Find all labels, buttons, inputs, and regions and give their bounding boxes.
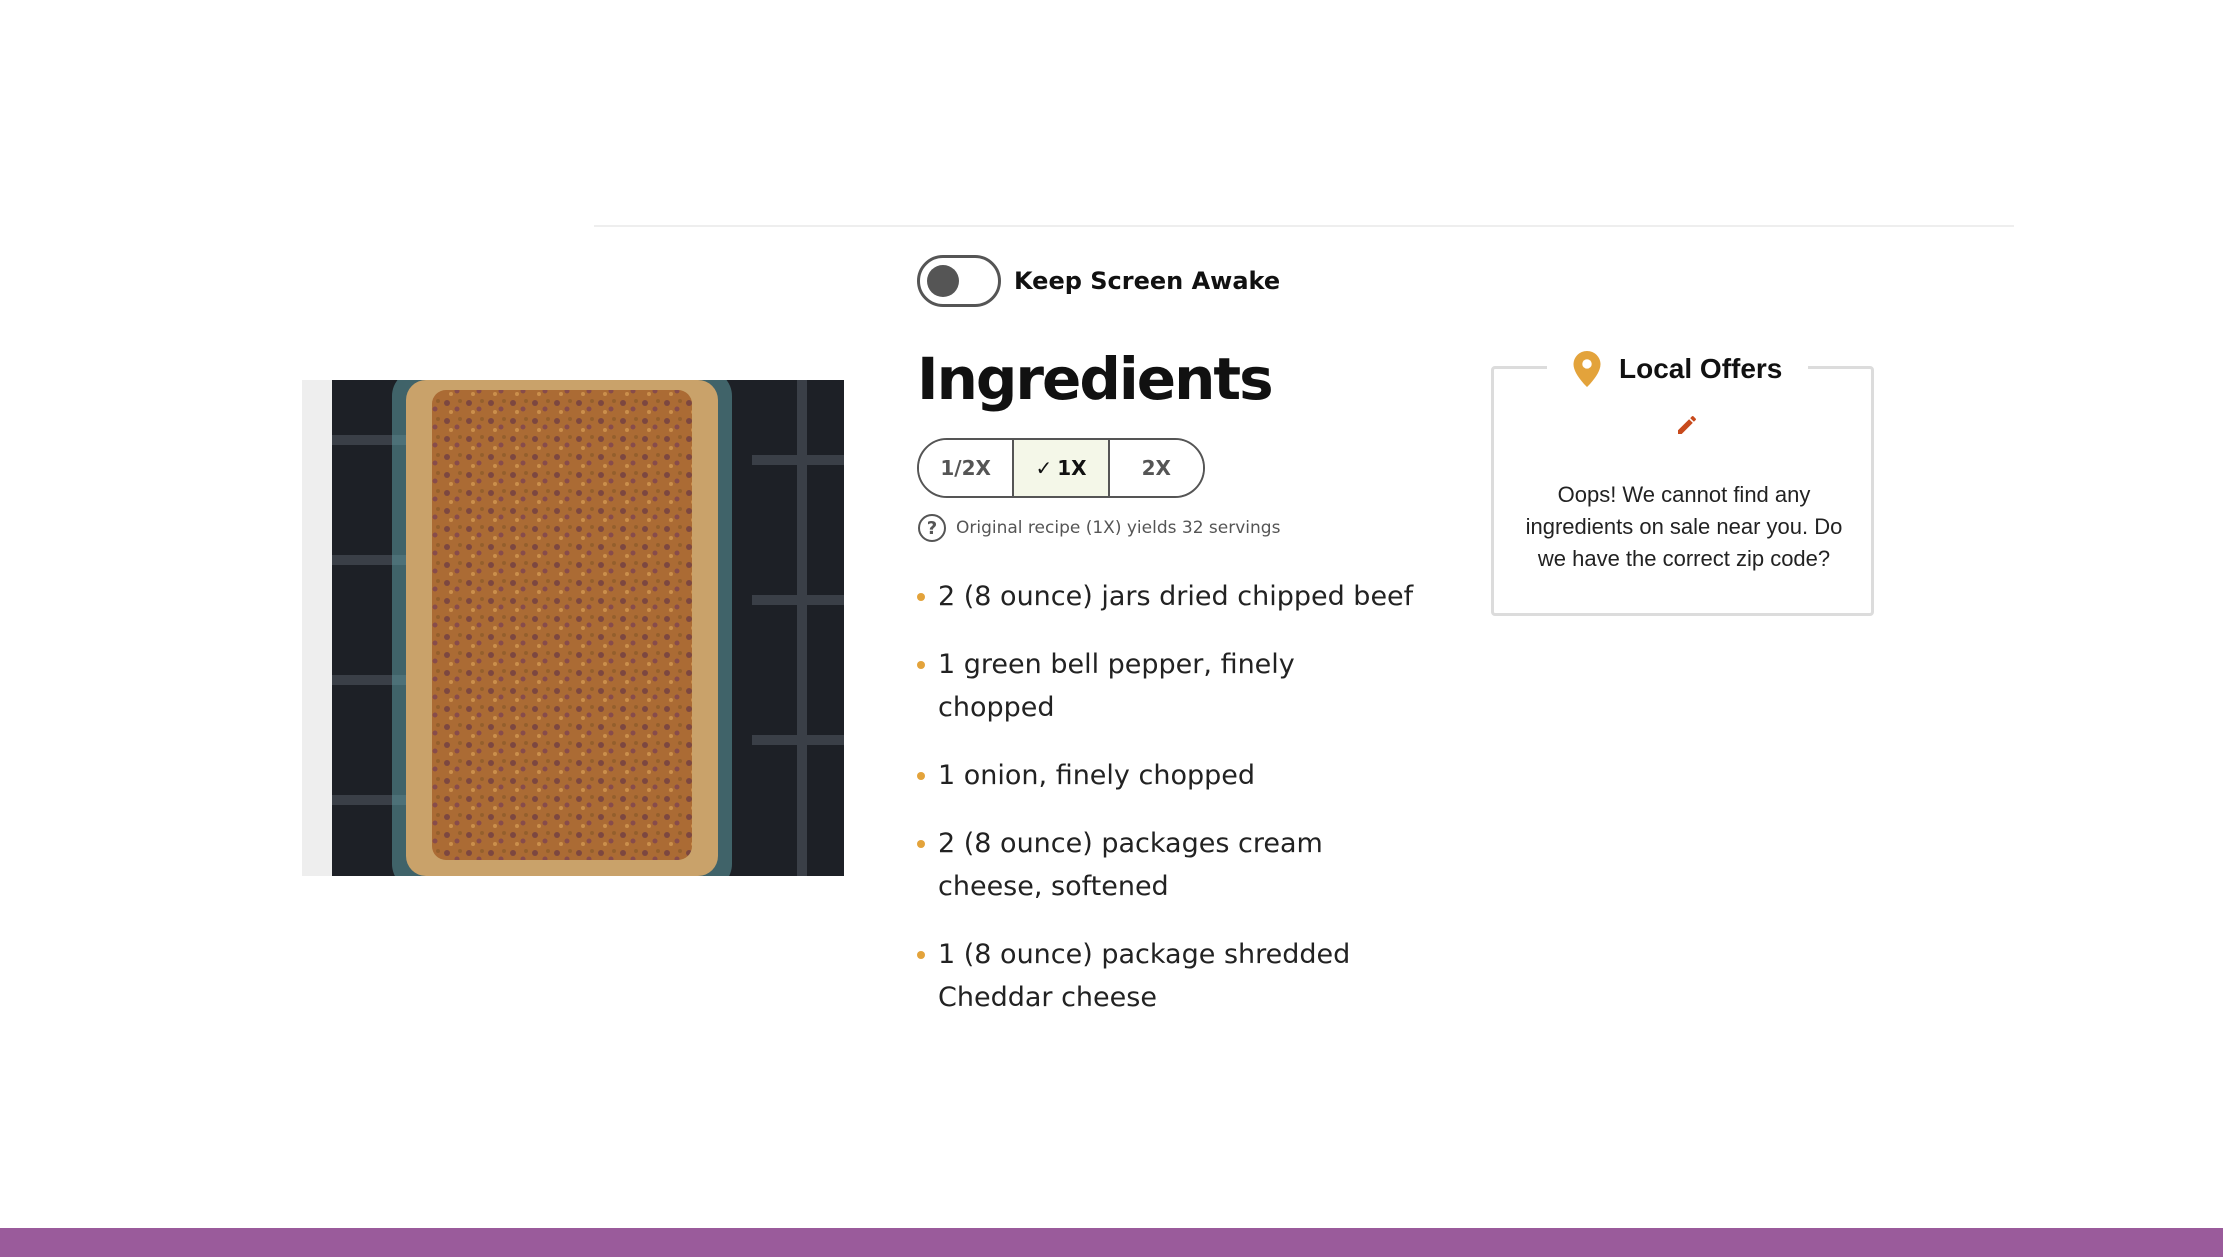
recipe-scale-selector: 1/2X ✓ 1X 2X [917,438,1205,498]
scale-2x-button[interactable]: 2X [1109,440,1203,496]
ingredient-text: 1 onion, finely chopped [938,760,1255,791]
local-offers-panel: Local Offers Oops! We cannot find any in… [1491,345,1874,616]
ingredients-heading: Ingredients [917,345,1274,413]
toggle-knob [927,265,959,297]
local-offers-title: Local Offers [1619,353,1783,384]
recipe-photo[interactable] [332,380,844,876]
local-offers-message: Oops! We cannot find any ingredients on … [1525,482,1843,571]
ingredient-item: 1 (8 ounce) package shredded Cheddar che… [917,933,1417,1019]
scale-1x-label: 1X [1057,456,1087,480]
keep-awake-toggle[interactable] [917,255,1001,307]
local-offers-header: Local Offers [1547,345,1809,393]
keep-awake-label: Keep Screen Awake [1014,267,1281,295]
bullet-icon [917,661,925,669]
keep-screen-awake: Keep Screen Awake [917,255,1280,307]
scale-half-label: 1/2X [940,456,991,480]
ingredient-text: 2 (8 ounce) jars dried chipped beef [938,581,1414,612]
ingredient-item: 1 green bell pepper, finely chopped [917,643,1417,729]
map-pin-icon [1573,351,1601,387]
footer-bar [0,1228,2223,1257]
ingredient-text: 2 (8 ounce) packages cream cheese, softe… [938,828,1323,902]
yield-text: Original recipe (1X) yields 32 servings [956,518,1281,538]
bullet-icon [917,772,925,780]
ingredient-item: 2 (8 ounce) packages cream cheese, softe… [917,822,1417,908]
ingredient-item: 1 onion, finely chopped [917,754,1417,797]
section-divider [594,225,2014,227]
ingredient-text: 1 (8 ounce) package shredded Cheddar che… [938,939,1351,1013]
ingredient-text: 1 green bell pepper, finely chopped [938,649,1295,723]
ingredient-item: 2 (8 ounce) jars dried chipped beef [917,575,1417,618]
question-circle-icon[interactable]: ? [918,514,946,542]
scale-half-button[interactable]: 1/2X [919,440,1015,496]
scale-2x-label: 2X [1141,456,1171,480]
bullet-icon [917,840,925,848]
ingredient-list: 2 (8 ounce) jars dried chipped beef 1 gr… [917,575,1417,1044]
scale-1x-button[interactable]: ✓ 1X [1014,440,1110,496]
recipe-photo-container [302,380,844,876]
pencil-icon[interactable] [1675,413,1699,437]
bullet-icon [917,951,925,959]
yield-note: ? Original recipe (1X) yields 32 serving… [918,514,1280,542]
check-icon: ✓ [1035,456,1053,480]
bullet-icon [917,593,925,601]
